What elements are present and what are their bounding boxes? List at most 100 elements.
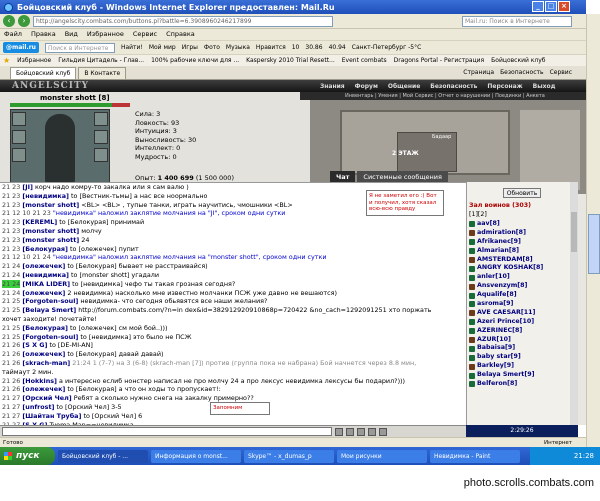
chat-time[interactable]: 21 26	[2, 359, 20, 367]
url-input[interactable]: http://angelscity.combats.com/buttons.pl…	[33, 15, 333, 27]
user-name[interactable]: Azeri Prince[10]	[477, 318, 534, 327]
chat-time[interactable]: 21 26	[2, 341, 20, 349]
user-name[interactable]: Barkley[9]	[477, 362, 514, 371]
user-name[interactable]: admiration[8]	[477, 229, 526, 238]
nav-chat[interactable]: Общение	[388, 83, 420, 90]
user-list-item[interactable]: Belaya Smert[9]	[469, 371, 543, 380]
menu-tools[interactable]: Сервис	[133, 29, 157, 40]
user-list-item[interactable]: Belferon[8]	[469, 380, 543, 389]
user-list-item[interactable]: Barkley[9]	[469, 362, 543, 371]
chat-time[interactable]: 21 26	[2, 377, 20, 385]
user-name[interactable]: Afrikanec[9]	[477, 238, 521, 247]
security-menu[interactable]: Безопасность	[500, 67, 544, 79]
clear-icon[interactable]	[357, 427, 365, 436]
user-list-item[interactable]: AMSTERDAM[8]	[469, 256, 543, 265]
user-name[interactable]: Ansvenzym[8]	[477, 282, 527, 291]
chat-nick[interactable]: [невидимка]	[22, 271, 69, 279]
favorite-link[interactable]: Бойцовский клуб	[491, 57, 545, 64]
chat-nick[interactable]: [S X G]	[22, 341, 47, 349]
taskbar-item[interactable]: Skype™ - x_dumas_p	[244, 449, 334, 463]
favorite-link[interactable]: Dragons Portal - Регистрация	[394, 57, 485, 64]
favorite-link[interactable]: Гильдия Цитадель - Глав...	[58, 57, 144, 64]
toolbar-item[interactable]: 30.86	[305, 44, 322, 51]
equipment-slot[interactable]	[12, 130, 26, 144]
filter-icon[interactable]	[368, 427, 376, 436]
chat-time[interactable]: 21 27	[2, 403, 20, 411]
tools-menu[interactable]: Сервис	[550, 67, 572, 79]
toolbar-item[interactable]: Музыка	[226, 44, 250, 51]
chat-nick[interactable]: [monster shott]	[22, 201, 79, 209]
chat-time[interactable]: 21 12 10 21 24	[2, 253, 51, 261]
chat-time[interactable]: 21 23	[2, 192, 20, 200]
user-list-item[interactable]: Azeri Prince[10]	[469, 318, 543, 327]
favorite-link[interactable]: Kaspersky 2010 Trial Resett...	[246, 57, 335, 64]
chat-nick[interactable]: [unfrost]	[22, 403, 54, 411]
user-name[interactable]: AZERINEC[8]	[477, 327, 522, 336]
menu-edit[interactable]: Правка	[31, 29, 56, 40]
chat-time[interactable]: 21 25	[2, 297, 20, 305]
menu-view[interactable]: Вид	[65, 29, 78, 40]
chat-time[interactable]: 21 24	[2, 279, 21, 288]
location-building[interactable]	[520, 110, 580, 190]
menu-help[interactable]: Справка	[166, 29, 195, 40]
user-list-item[interactable]: Babaisa[9]	[469, 344, 543, 353]
user-name[interactable]: AVE CAESAR[11]	[477, 309, 535, 318]
tab-vkontakte[interactable]: В Контакте	[78, 67, 127, 79]
user-name[interactable]: Babaisa[9]	[477, 344, 515, 353]
nav-forum[interactable]: Форум	[355, 83, 378, 90]
user-name[interactable]: baby star[9]	[477, 353, 521, 362]
taskbar-item[interactable]: Невидимка - Paint	[430, 449, 520, 463]
user-name[interactable]: Aqualife[8]	[477, 291, 517, 300]
user-name[interactable]: AZUR[10]	[477, 336, 511, 345]
close-button[interactable]: ×	[558, 1, 570, 12]
chat-time[interactable]: 21 26	[2, 350, 20, 358]
toolbar-item[interactable]: 10	[292, 44, 300, 51]
nav-character[interactable]: Персонаж	[487, 83, 522, 90]
user-list-scrollbar[interactable]	[570, 182, 578, 425]
taskbar-item[interactable]: Информация о monst...	[151, 449, 241, 463]
page-menu[interactable]: Страница	[463, 67, 494, 79]
equipment-slot[interactable]	[94, 148, 108, 162]
equipment-slot[interactable]	[94, 112, 108, 126]
smiley-icon[interactable]	[346, 427, 354, 436]
nav-security[interactable]: Безопасность	[430, 83, 477, 90]
nav-exit[interactable]: Выход	[533, 83, 556, 90]
menu-favorites[interactable]: Избранное	[87, 29, 124, 40]
user-name[interactable]: AMSTERDAM[8]	[477, 256, 533, 265]
chat-time[interactable]: 21 27	[2, 412, 20, 420]
favorites-button[interactable]: Избранное	[17, 57, 51, 64]
toolbar-item[interactable]: Игры	[182, 44, 198, 51]
chat-nick[interactable]: [skrach-man]	[22, 359, 70, 367]
chat-nick[interactable]: [MIKA LIDER]	[22, 280, 70, 288]
find-button[interactable]: Найти!	[121, 44, 143, 51]
chat-nick[interactable]: [Белокурая]	[22, 324, 68, 332]
chat-time[interactable]: 21 24	[2, 271, 20, 279]
user-list-item[interactable]: AZERINEC[8]	[469, 327, 543, 336]
user-list-pages[interactable]: [1][2]	[469, 211, 487, 218]
user-list-item[interactable]: asroma[9]	[469, 300, 543, 309]
chat-nick[interactable]: [monster shott]	[22, 236, 79, 244]
chat-nick[interactable]: [олежечек]	[22, 262, 65, 270]
chat-time[interactable]: 21 24	[2, 262, 20, 270]
chat-time[interactable]: 21 23	[2, 183, 20, 191]
chat-nick[interactable]: [JI]	[22, 183, 33, 191]
chat-time[interactable]: 21 12 10 21 23	[2, 209, 51, 217]
equipment-slot[interactable]	[94, 130, 108, 144]
chat-time[interactable]: 21 26	[2, 385, 20, 393]
chat-nick[interactable]: [Forgoten-soul]	[22, 333, 78, 341]
chat-nick[interactable]: [Forgoten-soul]	[22, 297, 78, 305]
game-subnav[interactable]: Инвентарь | Умения | Мой Сервис | Отчет …	[300, 92, 586, 100]
toolbar-item[interactable]: Мой мир	[149, 44, 176, 51]
user-name[interactable]: Almarian[8]	[477, 247, 519, 256]
user-list-item[interactable]: AVE CAESAR[11]	[469, 309, 543, 318]
user-list-item[interactable]: Afrikanec[9]	[469, 238, 543, 247]
user-list-item[interactable]: aav[8]	[469, 220, 543, 229]
chat-nick[interactable]: [KEREML]	[22, 218, 57, 226]
user-list-item[interactable]: Almarian[8]	[469, 247, 543, 256]
toolbar-item[interactable]: Нравится	[256, 44, 286, 51]
start-button[interactable]: пуск	[0, 447, 55, 465]
toolbar-search-input[interactable]: Поиск в Интернете	[44, 42, 115, 53]
chat-time[interactable]: 21 25	[2, 306, 20, 314]
tab-combats[interactable]: Бойцовский клуб	[10, 67, 77, 79]
user-name[interactable]: Belaya Smert[9]	[477, 371, 534, 380]
